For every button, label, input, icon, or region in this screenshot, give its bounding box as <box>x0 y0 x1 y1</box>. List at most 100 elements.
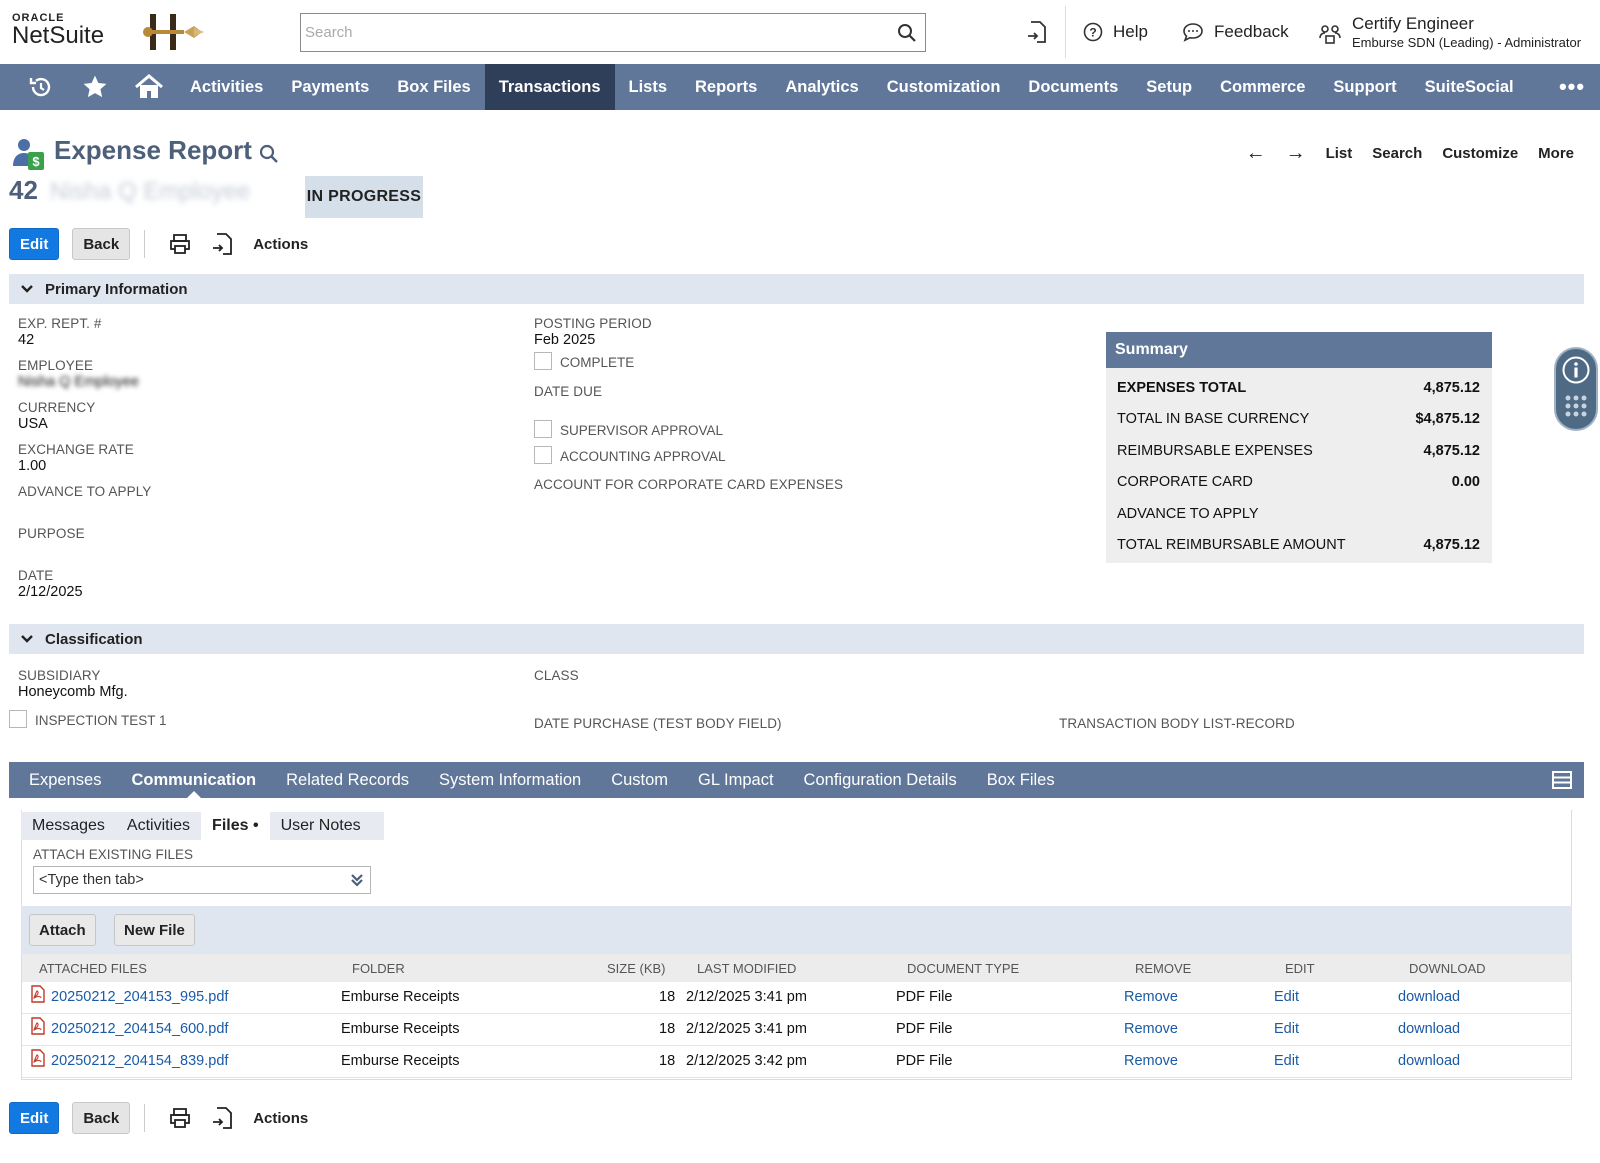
remove-link[interactable]: Remove <box>1124 989 1178 1005</box>
date-field: DATE 2/12/2025 <box>18 568 83 600</box>
double-chevron-down-icon[interactable] <box>349 872 365 888</box>
tab-communication[interactable]: Communication <box>116 762 271 798</box>
nav-suitesocial[interactable]: SuiteSocial <box>1411 64 1528 110</box>
edit-link[interactable]: Edit <box>1274 1053 1299 1069</box>
file-size: 18 <box>659 989 676 1005</box>
attach-button[interactable]: Attach <box>29 914 96 946</box>
global-search-input[interactable] <box>301 14 889 51</box>
nav-commerce[interactable]: Commerce <box>1206 64 1319 110</box>
apps-grid-icon[interactable] <box>1563 393 1589 419</box>
nav-box-files[interactable]: Box Files <box>383 64 484 110</box>
tab-related-records[interactable]: Related Records <box>271 762 424 798</box>
subtab-user-notes[interactable]: User Notes <box>270 812 372 840</box>
side-help-widget[interactable] <box>1554 347 1598 431</box>
global-search <box>300 13 926 52</box>
remove-link[interactable]: Remove <box>1124 1021 1178 1037</box>
title-search-icon[interactable] <box>258 143 280 165</box>
tab-configuration-details[interactable]: Configuration Details <box>789 762 972 798</box>
previous-record-arrow-icon[interactable]: ← <box>1246 142 1266 165</box>
accounting-approval-checkbox[interactable] <box>534 446 552 464</box>
file-last-modified: 2/12/2025 3:41 pm <box>686 1021 807 1037</box>
new-document-icon[interactable] <box>209 1105 235 1131</box>
inspection-test-checkbox[interactable] <box>9 710 27 728</box>
edit-button[interactable]: Edit <box>9 228 60 260</box>
nav-reports[interactable]: Reports <box>681 64 771 110</box>
more-link[interactable]: More <box>1538 145 1574 162</box>
customize-link[interactable]: Customize <box>1442 145 1518 162</box>
print-icon[interactable] <box>167 231 193 257</box>
nav-documents[interactable]: Documents <box>1014 64 1132 110</box>
home-icon[interactable] <box>122 64 176 110</box>
feedback-button[interactable]: Feedback <box>1182 18 1289 46</box>
primary-information-header[interactable]: Primary Information <box>9 274 1584 304</box>
file-name-link[interactable]: 20250212_204154_600.pdf <box>51 1021 228 1037</box>
new-file-button[interactable]: New File <box>114 914 195 946</box>
user-menu[interactable]: Certify Engineer Emburse SDN (Leading) -… <box>1318 14 1581 52</box>
remove-link[interactable]: Remove <box>1124 1053 1178 1069</box>
file-name-link[interactable]: 20250212_204153_995.pdf <box>51 989 228 1005</box>
subtab-activities[interactable]: Activities <box>116 812 201 840</box>
col-download: DOWNLOAD <box>1409 961 1486 976</box>
nav-analytics[interactable]: Analytics <box>771 64 872 110</box>
role-switch-icon <box>1319 25 1341 44</box>
info-icon[interactable] <box>1561 355 1591 385</box>
complete-checkbox[interactable] <box>534 352 552 370</box>
tab-custom[interactable]: Custom <box>596 762 683 798</box>
nav-activities[interactable]: Activities <box>176 64 277 110</box>
actions-menu[interactable]: Actions <box>253 236 308 253</box>
netsuite-logo[interactable]: ORACLE NetSuite <box>12 12 132 48</box>
attach-existing-files-select[interactable]: <Type then tab> <box>33 866 371 894</box>
date-label: DATE <box>18 568 54 583</box>
actions-menu[interactable]: Actions <box>253 1110 308 1127</box>
next-record-arrow-icon[interactable]: → <box>1286 142 1306 165</box>
subtab-messages[interactable]: Messages <box>21 812 116 840</box>
favorites-star-icon[interactable] <box>68 64 122 110</box>
summary-value: 4,875.12 <box>1423 379 1480 396</box>
summary-row-base-currency: TOTAL IN BASE CURRENCY $4,875.12 <box>1106 404 1492 436</box>
nav-more-button[interactable]: ••• <box>1544 64 1600 110</box>
recent-records-icon[interactable] <box>1026 18 1048 46</box>
download-link[interactable]: download <box>1398 989 1460 1005</box>
search-link[interactable]: Search <box>1372 145 1422 162</box>
posting-period-field: POSTING PERIOD Feb 2025 <box>534 316 652 348</box>
tab-expenses[interactable]: Expenses <box>14 762 116 798</box>
download-link[interactable]: download <box>1398 1053 1460 1069</box>
edit-link[interactable]: Edit <box>1274 1021 1299 1037</box>
back-button[interactable]: Back <box>72 1102 131 1134</box>
subtab-files[interactable]: Files • <box>201 812 270 840</box>
pdf-file-icon <box>31 1017 45 1035</box>
nav-support[interactable]: Support <box>1319 64 1410 110</box>
summary-value: 0.00 <box>1451 474 1480 491</box>
col-edit: EDIT <box>1285 961 1315 976</box>
back-button[interactable]: Back <box>72 228 131 260</box>
new-document-icon[interactable] <box>209 231 235 257</box>
print-icon[interactable] <box>167 1105 193 1131</box>
tab-system-information[interactable]: System Information <box>424 762 596 798</box>
download-link[interactable]: download <box>1398 1021 1460 1037</box>
edit-button[interactable]: Edit <box>9 1102 60 1134</box>
nav-setup[interactable]: Setup <box>1132 64 1206 110</box>
edit-link[interactable]: Edit <box>1274 989 1299 1005</box>
tab-box-files[interactable]: Box Files <box>972 762 1070 798</box>
summary-row-expenses-total: EXPENSES TOTAL 4,875.12 <box>1106 372 1492 404</box>
tab-menu-icon[interactable] <box>1550 768 1574 792</box>
inspection-test-label: INSPECTION TEST 1 <box>35 713 167 728</box>
tab-gl-impact[interactable]: GL Impact <box>683 762 789 798</box>
col-remove: REMOVE <box>1135 961 1192 976</box>
employee-value[interactable]: Nisha Q Employee <box>18 374 139 390</box>
nav-customization[interactable]: Customization <box>873 64 1015 110</box>
summary-value: 4,875.12 <box>1423 537 1480 554</box>
file-name-link[interactable]: 20250212_204154_839.pdf <box>51 1053 228 1069</box>
classification-header[interactable]: Classification <box>9 624 1584 654</box>
nav-transactions[interactable]: Transactions <box>484 64 615 110</box>
search-icon[interactable] <box>889 15 925 51</box>
file-last-modified: 2/12/2025 3:42 pm <box>686 1053 807 1069</box>
class-label: CLASS <box>534 668 579 683</box>
recent-history-icon[interactable] <box>14 64 68 110</box>
chevron-down-icon <box>9 634 45 644</box>
nav-lists[interactable]: Lists <box>615 64 682 110</box>
help-button[interactable]: ? Help <box>1083 18 1148 46</box>
supervisor-approval-checkbox[interactable] <box>534 420 552 438</box>
list-link[interactable]: List <box>1326 145 1353 162</box>
nav-payments[interactable]: Payments <box>277 64 383 110</box>
